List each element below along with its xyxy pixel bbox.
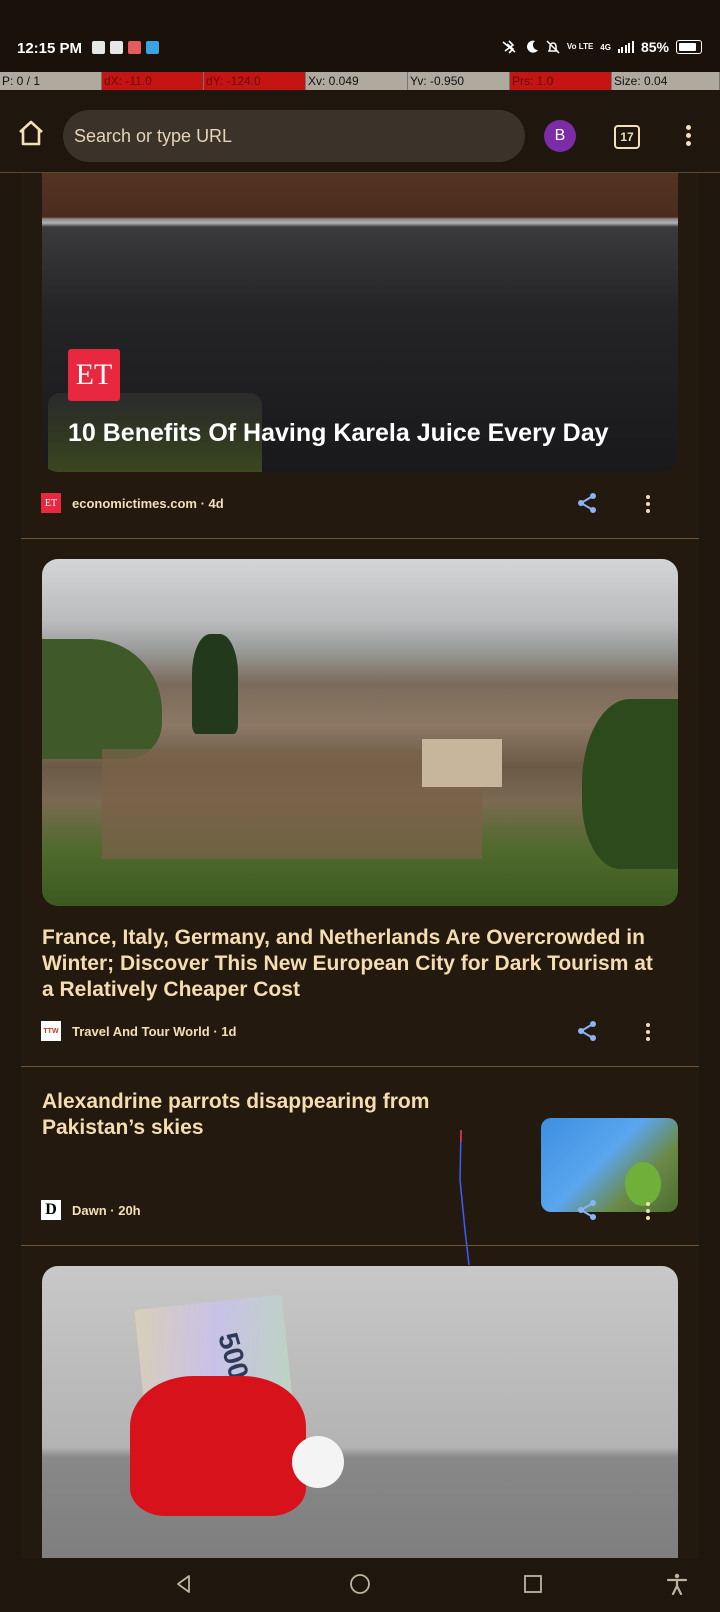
ruins-trees-left xyxy=(42,639,162,759)
signal-icon xyxy=(617,41,634,53)
source-label: Travel And Tour World · 1d xyxy=(72,1023,237,1039)
ruins-trees-right xyxy=(582,699,678,869)
red-knit-stocking xyxy=(130,1376,306,1516)
more-options-icon[interactable] xyxy=(678,122,698,150)
source-label: economictimes.com · 4d xyxy=(72,495,224,511)
debug-xv: Xv: 0.049 xyxy=(306,72,408,90)
eye-icon xyxy=(146,41,159,54)
publisher-logo: ET xyxy=(68,349,120,401)
article-image-money[interactable]: 500 xyxy=(42,1266,678,1558)
network-label: 4G xyxy=(600,42,611,52)
app-notification-icon xyxy=(128,41,141,54)
source-favicon: ET xyxy=(41,493,61,513)
article-source: ET economictimes.com · 4d xyxy=(41,493,224,513)
bluetooth-off-icon xyxy=(502,40,516,54)
home-button-icon[interactable] xyxy=(349,1573,371,1595)
banknote-text: 500 xyxy=(212,1329,255,1383)
article-headline[interactable]: 10 Benefits Of Having Karela Juice Every… xyxy=(68,419,658,448)
moon-icon xyxy=(526,40,538,53)
article-headline[interactable]: Alexandrine parrots disappearing from Pa… xyxy=(42,1089,462,1141)
share-icon[interactable] xyxy=(575,1019,599,1043)
share-icon[interactable] xyxy=(575,1198,599,1222)
debug-yv: Yv: -0.950 xyxy=(408,72,510,90)
ruins-tree xyxy=(192,634,238,734)
bell-off-icon xyxy=(546,40,560,54)
article-thumbnail-parrots[interactable] xyxy=(541,1118,678,1212)
volume-icon xyxy=(110,41,123,54)
debug-pressure: Prs: 1.0 xyxy=(510,72,612,90)
article-source: D Dawn · 20h xyxy=(41,1200,141,1220)
system-navigation-bar xyxy=(0,1558,720,1612)
article-image-karela[interactable]: ET 10 Benefits Of Having Karela Juice Ev… xyxy=(42,173,678,472)
more-options-icon[interactable] xyxy=(643,493,653,517)
more-options-icon[interactable] xyxy=(643,1200,653,1224)
article-source: TTW Travel And Tour World · 1d xyxy=(41,1021,236,1041)
debug-dy: dY: -124.0 xyxy=(204,72,306,90)
source-label: Dawn · 20h xyxy=(72,1202,141,1218)
record-icon xyxy=(92,41,105,54)
source-favicon: D xyxy=(41,1200,61,1220)
status-right: Vo LTE 4G 85% xyxy=(500,39,702,55)
browser-toolbar: Search or type URL B 17 xyxy=(0,90,720,173)
divider xyxy=(21,1066,699,1067)
status-bar: 12:15 PM Vo LTE 4G 85% xyxy=(0,0,720,72)
home-icon[interactable] xyxy=(16,118,46,148)
debug-dx: dX: -11.0 xyxy=(102,72,204,90)
battery-percent: 85% xyxy=(640,39,669,55)
article-image-ruins[interactable] xyxy=(42,559,678,906)
share-icon[interactable] xyxy=(575,491,599,515)
accessibility-icon[interactable] xyxy=(666,1573,688,1595)
debug-size: Size: 0.04 xyxy=(612,72,720,90)
account-avatar[interactable]: B xyxy=(544,120,576,152)
divider xyxy=(21,1245,699,1246)
source-favicon: TTW xyxy=(41,1021,61,1041)
pointer-location-bar: P: 0 / 1 dX: -11.0 dY: -124.0 Xv: 0.049 … xyxy=(0,72,720,90)
back-icon[interactable] xyxy=(174,1574,194,1594)
tab-switcher-button[interactable]: 17 xyxy=(614,125,640,149)
notification-icons xyxy=(92,41,159,54)
divider xyxy=(21,538,699,539)
article-headline[interactable]: France, Italy, Germany, and Netherlands … xyxy=(42,925,662,1003)
debug-pointer: P: 0 / 1 xyxy=(0,72,102,90)
battery-icon xyxy=(676,40,702,54)
url-bar[interactable]: Search or type URL xyxy=(63,110,525,162)
ruins-building xyxy=(422,739,502,787)
recents-icon[interactable] xyxy=(523,1574,543,1594)
news-feed: ET 10 Benefits Of Having Karela Juice Ev… xyxy=(21,173,699,1558)
touch-trace xyxy=(459,1130,470,1266)
more-options-icon[interactable] xyxy=(643,1021,653,1045)
pompom xyxy=(292,1436,344,1488)
status-time: 12:15 PM xyxy=(17,40,83,57)
volte-label: Vo LTE xyxy=(566,42,594,51)
